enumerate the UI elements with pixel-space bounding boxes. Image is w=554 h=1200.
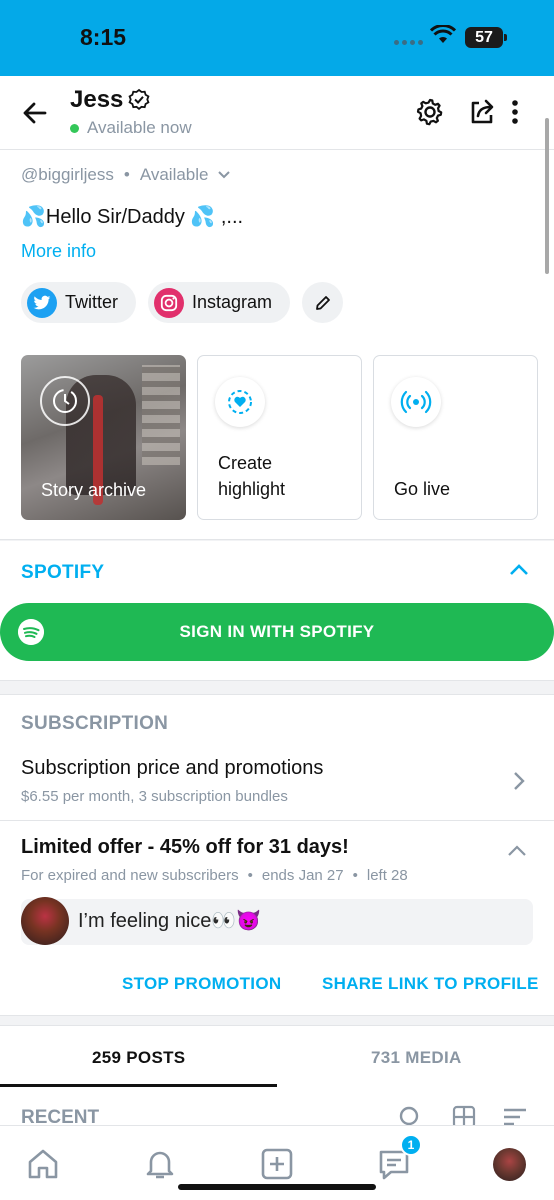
profile-info-section: @biggirljess • Available 💦Hello Sir/Dadd… [0, 150, 554, 540]
story-cards: Story archive Create highlight Go live [21, 355, 538, 520]
spotify-logo-icon [18, 619, 44, 645]
availability-dropdown[interactable]: Available [140, 165, 231, 185]
availability-label: Available [139, 165, 209, 184]
promotion-message: I’m feeling nice👀😈 [21, 897, 533, 945]
settings-gear-icon[interactable] [414, 96, 446, 128]
offer-remaining: left 28 [366, 867, 408, 884]
online-status-text: Available now [87, 118, 192, 137]
tab-posts[interactable]: 259 POSTS [92, 1048, 185, 1068]
tab-media[interactable]: 731 MEDIA [371, 1048, 462, 1068]
go-live-label: Go live [394, 479, 451, 499]
separator-dot: • [123, 165, 130, 184]
subscription-row-title: Subscription price and promotions [21, 757, 324, 779]
avatar [21, 897, 69, 945]
wifi-icon [430, 25, 456, 43]
subscription-price-row[interactable]: Subscription price and promotions $6.55 … [21, 757, 323, 805]
chevron-up-icon[interactable] [507, 845, 527, 858]
sign-in-spotify-label: SIGN IN WITH SPOTIFY [179, 622, 375, 641]
grid-view-icon[interactable] [452, 1105, 476, 1125]
separator-dot: • [352, 867, 358, 884]
clock-history-icon [40, 376, 90, 426]
twitter-icon [27, 287, 57, 318]
sign-in-spotify-button[interactable]: SIGN IN WITH SPOTIFY [0, 603, 554, 661]
share-icon[interactable] [466, 96, 498, 128]
story-archive-label: Story archive [41, 480, 147, 500]
profile-content[interactable]: @biggirljess • Available 💦Hello Sir/Dadd… [0, 150, 554, 1125]
subscription-row-subtitle: $6.55 per month, 3 subscription bundles [21, 788, 288, 805]
clock: 8:15 [80, 24, 127, 50]
offer-audience: For expired and new subscribers [21, 867, 239, 884]
content-tabs: 259 POSTS 731 MEDIA [0, 1025, 554, 1087]
profile-name: Jess [70, 86, 151, 114]
messages-nav-item[interactable]: 1 [376, 1134, 422, 1182]
more-info-link[interactable]: More info [21, 241, 96, 262]
twitter-label: Twitter [65, 292, 119, 312]
share-link-button[interactable]: SHARE LINK TO PROFILE [322, 974, 539, 994]
profile-name-text: Jess [70, 86, 124, 113]
status-bar: 8:15 57 [0, 0, 554, 76]
recent-label: RECENT [21, 1107, 100, 1125]
add-post-icon[interactable] [259, 1146, 295, 1182]
online-status: Available now [70, 118, 192, 138]
spotify-title: SPOTIFY [21, 562, 105, 583]
offer-end-date: ends Jan 27 [261, 867, 344, 884]
more-options-icon[interactable] [510, 96, 520, 128]
go-live-card[interactable]: Go live [373, 355, 538, 520]
promotion-message-text: I’m feeling nice👀😈 [78, 910, 262, 932]
messages-badge: 1 [400, 1134, 422, 1156]
notifications-bell-icon[interactable] [142, 1146, 178, 1182]
scrollbar[interactable] [545, 118, 549, 274]
limited-offer-meta: For expired and new subscribers • ends J… [21, 867, 408, 884]
limited-offer-title: Limited offer - 45% off for 31 days! [21, 836, 349, 858]
profile-header: Jess Available now [0, 76, 554, 150]
sort-icon[interactable] [502, 1107, 528, 1125]
story-archive-card[interactable]: Story archive [21, 355, 186, 520]
recent-bar: RECENT [0, 1087, 554, 1125]
background-photos [142, 365, 180, 465]
instagram-link[interactable]: Instagram [148, 282, 291, 323]
chevron-down-icon [217, 171, 230, 179]
back-arrow-icon[interactable] [18, 96, 52, 130]
profile-avatar-nav[interactable] [493, 1148, 526, 1181]
spotify-section: SPOTIFY SIGN IN WITH SPOTIFY [0, 541, 554, 681]
subscription-title: SUBSCRIPTION [21, 713, 169, 734]
instagram-label: Instagram [192, 292, 273, 312]
divider [0, 820, 554, 821]
chevron-right-icon[interactable] [512, 770, 526, 792]
create-highlight-card[interactable]: Create highlight [197, 355, 362, 520]
instagram-icon [154, 287, 185, 318]
separator-dot: • [247, 867, 253, 884]
search-icon[interactable] [398, 1105, 424, 1125]
chevron-up-icon[interactable] [508, 563, 530, 577]
twitter-link[interactable]: Twitter [21, 282, 137, 323]
username-handle: @biggirljess [21, 165, 114, 184]
heart-circle-icon [215, 377, 265, 427]
home-icon[interactable] [25, 1146, 61, 1182]
stop-promotion-button[interactable]: STOP PROMOTION [122, 974, 281, 994]
online-dot-icon [70, 123, 79, 133]
pencil-icon [315, 295, 330, 310]
battery-icon: 57 [465, 27, 507, 48]
verified-badge-icon [128, 88, 150, 110]
broadcast-icon [391, 377, 441, 427]
social-links: Twitter Instagram [21, 282, 344, 323]
create-highlight-label: Create highlight [218, 453, 286, 499]
subscription-section: SUBSCRIPTION Subscription price and prom… [0, 694, 554, 1016]
profile-bio: 💦Hello Sir/Daddy 💦 ,... [21, 206, 244, 228]
cellular-signal-icon [394, 40, 423, 45]
home-indicator [178, 1184, 376, 1190]
handle-row: @biggirljess • Available [21, 165, 231, 185]
promotion-actions: STOP PROMOTION SHARE LINK TO PROFILE [0, 969, 554, 999]
edit-socials-button[interactable] [302, 282, 344, 323]
